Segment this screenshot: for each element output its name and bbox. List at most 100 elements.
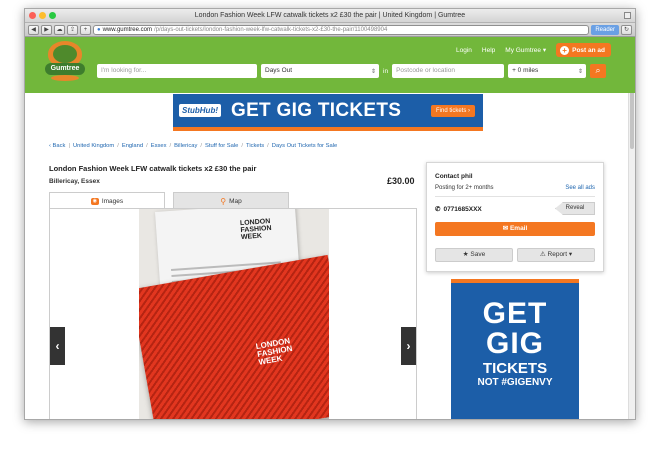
help-link[interactable]: Help	[482, 47, 495, 54]
email-button[interactable]: ✉ Email	[435, 222, 595, 236]
divider	[435, 196, 595, 197]
login-link[interactable]: Login	[456, 47, 472, 54]
breadcrumb-separator: /	[169, 143, 172, 149]
reveal-button[interactable]: Reveal	[555, 202, 595, 215]
close-window-button[interactable]	[29, 12, 36, 19]
save-label: Save	[470, 251, 486, 258]
breadcrumb-item[interactable]: United Kingdom	[73, 143, 114, 149]
breadcrumb-back[interactable]: ‹ Back	[49, 143, 65, 149]
report-label: Report	[547, 251, 568, 258]
listing-price: £30.00	[387, 176, 415, 186]
breadcrumb-separator: /	[267, 143, 269, 149]
breadcrumb-item[interactable]: Essex	[151, 143, 167, 149]
url-path: /p/days-out-tickets/london-fashion-week-…	[153, 26, 388, 33]
ad-line-1: GET	[482, 297, 548, 330]
media-tabs: ◉ Images ⚲ Map	[49, 192, 417, 209]
side-banner-ad[interactable]: GET GIG TICKETS NOT #GIGENVY	[451, 279, 579, 419]
breadcrumb-separator: /	[117, 143, 119, 149]
phone-icon: ✆	[435, 206, 441, 213]
breadcrumb-separator: |	[68, 143, 70, 149]
address-bar[interactable]: ● www.gumtree.com/p/days-out-tickets/lon…	[93, 24, 590, 35]
search-bar: I'm looking for... Days Out ⇕ in Postcod…	[97, 64, 611, 78]
chevron-down-icon: ▾	[542, 47, 547, 54]
zoom-window-button[interactable]	[49, 12, 56, 19]
title-bar: London Fashion Week LFW catwalk tickets …	[25, 9, 635, 23]
tab-images-label: Images	[101, 197, 124, 205]
browser-window: London Fashion Week LFW catwalk tickets …	[24, 8, 636, 420]
back-button[interactable]: ◀	[28, 24, 39, 35]
minimize-window-button[interactable]	[39, 12, 46, 19]
find-tickets-button[interactable]: Find tickets ›	[430, 104, 475, 117]
banner-headline: GET GIG TICKETS	[231, 99, 402, 121]
ad-line-2: GIG	[485, 327, 544, 360]
fullscreen-icon[interactable]	[624, 12, 631, 19]
contact-name: Contact phil	[435, 173, 473, 180]
breadcrumb-item[interactable]: Days Out Tickets for Sale	[272, 143, 337, 149]
location-input[interactable]: Postcode or location	[392, 64, 505, 78]
in-label: in	[383, 67, 389, 75]
breadcrumb-separator: /	[146, 143, 148, 149]
site-header: Gumtree Login Help My Gumtree ▾ + Post a…	[25, 37, 635, 93]
plus-icon: +	[560, 45, 570, 55]
new-tab-button[interactable]: +	[80, 24, 91, 35]
share-icon[interactable]: ⇪	[67, 24, 78, 35]
phone-number: ✆ 0771685XXX	[435, 205, 482, 214]
forward-button[interactable]: ▶	[41, 24, 52, 35]
breadcrumb-item[interactable]: Stuff for Sale	[205, 143, 238, 149]
logo-ground	[51, 75, 79, 81]
scrollbar[interactable]	[628, 37, 635, 419]
breadcrumb-separator: /	[200, 143, 202, 149]
category-select[interactable]: Days Out ⇕	[261, 64, 379, 78]
search-input[interactable]: I'm looking for...	[97, 64, 257, 78]
post-ad-button[interactable]: + Post an ad	[556, 43, 611, 57]
stubhub-logo: StubHub!	[179, 104, 221, 117]
envelope-icon: ✉	[502, 225, 509, 232]
posting-duration: Posting for 2+ months	[435, 185, 494, 191]
reader-button[interactable]: Reader	[591, 24, 619, 35]
browser-toolbar: ◀ ▶ ☁ ⇪ + ● www.gumtree.com/p/days-out-t…	[25, 23, 635, 37]
listing-photo[interactable]: LONDON FASHION WEEK LONDON FASHION WEEK	[139, 209, 329, 419]
breadcrumb-item[interactable]: Billericay	[174, 143, 197, 149]
chevron-left-icon: ‹	[55, 339, 60, 353]
distance-select[interactable]: + 0 miles ⇕	[508, 64, 587, 78]
window-title: London Fashion Week LFW catwalk tickets …	[194, 12, 466, 19]
see-all-ads-link[interactable]: See all ads	[565, 185, 595, 191]
top-banner-ad[interactable]: StubHub! GET GIG TICKETS Find tickets ›	[173, 94, 483, 131]
category-value: Days Out	[265, 67, 293, 74]
refresh-icon[interactable]: ↻	[621, 24, 632, 35]
listing-title: London Fashion Week LFW catwalk tickets …	[49, 164, 257, 173]
tab-map[interactable]: ⚲ Map	[173, 192, 289, 209]
previous-image-button[interactable]: ‹	[50, 327, 65, 365]
post-ad-label: Post an ad	[572, 46, 605, 54]
select-arrows-icon: ⇕	[370, 69, 376, 75]
url-domain: www.gumtree.com	[102, 26, 152, 33]
breadcrumb-item[interactable]: England	[122, 143, 143, 149]
globe-icon: ●	[97, 26, 101, 33]
breadcrumb: ‹ Back | United Kingdom / England / Essex / …	[49, 143, 337, 149]
breadcrumb-item[interactable]: Tickets	[246, 143, 264, 149]
listing-location: Billericay, Essex	[49, 178, 100, 185]
window-controls	[29, 12, 56, 19]
save-button[interactable]: ★ Save	[435, 248, 513, 262]
chevron-right-icon: ›	[406, 339, 411, 353]
report-button[interactable]: ⚠ Report ▾	[517, 248, 595, 262]
tree-foliage	[53, 45, 77, 63]
header-nav: Login Help My Gumtree ▾ + Post an ad	[456, 43, 611, 57]
contact-box: Contact phil Posting for 2+ months See a…	[426, 162, 604, 272]
star-icon: ★	[462, 251, 469, 258]
search-icon: ⌕	[595, 65, 601, 75]
gumtree-logo[interactable]: Gumtree	[45, 41, 85, 85]
icloud-icon[interactable]: ☁	[54, 24, 65, 35]
ad-line-4: NOT #GIGENVY	[477, 377, 553, 388]
email-label: Email	[509, 225, 528, 232]
ad-line-3: TICKETS	[482, 360, 548, 377]
search-button[interactable]: ⌕	[590, 64, 607, 78]
letter-title: LONDON FASHION WEEK	[239, 218, 272, 242]
next-image-button[interactable]: ›	[401, 327, 416, 365]
camera-icon: ◉	[90, 197, 99, 205]
map-pin-icon: ⚲	[220, 196, 227, 206]
tab-images[interactable]: ◉ Images	[49, 192, 165, 209]
phone-number-value: 0771685XXX	[443, 205, 482, 213]
my-gumtree-menu[interactable]: My Gumtree ▾	[505, 46, 546, 54]
my-gumtree-label: My Gumtree	[505, 47, 542, 54]
